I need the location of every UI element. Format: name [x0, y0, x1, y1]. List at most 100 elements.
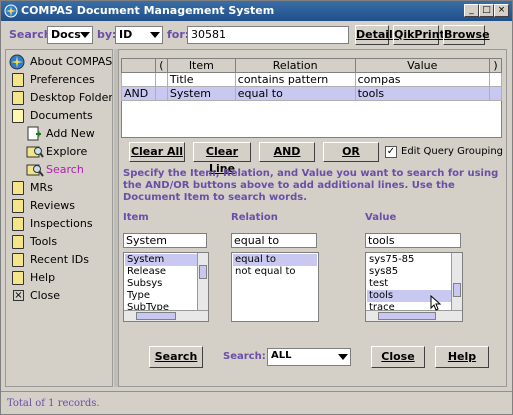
scroll-thumb[interactable]: [136, 312, 176, 320]
sidebar-item-label: About COMPAS: [30, 55, 113, 68]
folder-icon: [12, 253, 24, 267]
col-close-paren-header: ): [488, 58, 503, 73]
sidebar-item-label: Documents: [30, 109, 93, 122]
row-op: [121, 72, 156, 87]
qikprint-button-label: QikPrint: [394, 28, 445, 41]
search-button-label: Search: [154, 350, 198, 363]
value-list[interactable]: sys75-85 sys85 test tools trace: [365, 252, 463, 322]
search-scope-select[interactable]: ALL: [267, 348, 351, 366]
by-field-select[interactable]: ID: [115, 26, 163, 44]
relation-input[interactable]: equal to: [231, 233, 317, 248]
or-button[interactable]: OR: [323, 142, 379, 162]
edit-grouping-label: Edit Query Grouping: [401, 146, 504, 157]
qikprint-button[interactable]: QikPrint: [393, 25, 445, 45]
row-close: [488, 86, 503, 101]
row-value: tools: [354, 86, 490, 101]
close-icon: ×: [13, 290, 24, 301]
help-button[interactable]: Help: [435, 346, 489, 368]
sidebar-item-label: Desktop Folders: [30, 91, 113, 104]
close-button[interactable]: Close: [371, 346, 425, 368]
close-window-button[interactable]: ×: [494, 4, 509, 17]
sidebar-item-label: Inspections: [30, 217, 93, 230]
clear-all-button[interactable]: Clear All: [129, 142, 185, 162]
by-field-value: ID: [119, 28, 133, 41]
browse-button[interactable]: Browse: [443, 25, 490, 45]
relation-list[interactable]: equal to not equal to: [231, 252, 319, 322]
sidebar-item-label: Add New: [46, 127, 95, 140]
sidebar-item-label: Preferences: [30, 73, 95, 86]
vertical-scrollbar[interactable]: [197, 253, 208, 311]
clear-line-button[interactable]: Clear Line: [193, 142, 251, 175]
list-item[interactable]: sys85: [367, 266, 398, 278]
scroll-thumb[interactable]: [199, 265, 207, 279]
search-query-input[interactable]: 30581: [187, 26, 349, 44]
col-relation-header: Relation: [234, 58, 356, 73]
maximize-button[interactable]: □: [479, 4, 494, 17]
col-item-header: Item: [166, 58, 236, 73]
folder-icon: [12, 217, 24, 231]
list-item[interactable]: not equal to: [233, 266, 296, 278]
title-bar: COMPAS Document Management System _ □ ×: [1, 1, 512, 21]
col-value-header: Value: [354, 58, 490, 73]
list-item[interactable]: Release: [125, 266, 166, 278]
list-item[interactable]: System: [125, 254, 197, 266]
list-item[interactable]: test: [367, 278, 388, 290]
scroll-thumb[interactable]: [453, 283, 461, 297]
search-type-value: Docs: [51, 28, 81, 41]
scope-label: Search:: [223, 351, 266, 362]
explore-icon: [26, 146, 44, 158]
list-item[interactable]: equal to: [233, 254, 317, 266]
table-row[interactable]: Title contains pattern compas: [121, 72, 503, 87]
minimize-button[interactable]: _: [464, 4, 479, 17]
relation-header: Relation: [231, 212, 278, 223]
chevron-down-icon: [150, 32, 160, 38]
table-row[interactable]: AND System equal to tools: [121, 86, 503, 101]
col-open-paren-header: (: [154, 58, 168, 73]
item-input[interactable]: System: [123, 233, 207, 248]
search-scope-value: ALL: [271, 350, 292, 361]
detail-button-label: Detail: [356, 28, 393, 41]
search-type-select[interactable]: Docs: [47, 26, 93, 44]
list-item[interactable]: sys75-85: [367, 254, 414, 266]
horizontal-scrollbar[interactable]: [366, 310, 462, 321]
search-query-value: 30581: [191, 28, 226, 41]
query-header-row: ( Item Relation Value ): [121, 58, 503, 73]
value-header: Value: [365, 212, 397, 223]
window-title: COMPAS Document Management System: [21, 4, 275, 17]
status-bar: Total of 1 records.: [1, 391, 512, 414]
folder-icon: [12, 91, 24, 105]
item-list[interactable]: System Release Subsys Type SubType: [123, 252, 209, 322]
horizontal-scrollbar[interactable]: [124, 310, 208, 321]
detail-button[interactable]: Detail: [355, 25, 393, 45]
chevron-down-icon: [80, 32, 90, 38]
status-text: Total of 1 records.: [7, 398, 100, 409]
list-item[interactable]: Type: [125, 290, 150, 302]
sidebar-item-label: Explore: [46, 145, 88, 158]
row-item: Title: [166, 72, 236, 87]
help-button-label: Help: [447, 350, 477, 363]
and-label: AND: [273, 145, 301, 158]
and-button[interactable]: AND: [259, 142, 315, 162]
list-item[interactable]: Subsys: [125, 278, 162, 290]
sidebar-item-label: Tools: [30, 235, 58, 248]
row-op: AND: [121, 86, 156, 101]
compas-logo-icon: [4, 4, 18, 18]
row-close: [488, 72, 503, 87]
scroll-thumb[interactable]: [378, 312, 436, 320]
sidebar-item-label: Search: [46, 163, 84, 176]
folder-icon: [12, 199, 24, 213]
add-document-icon: [27, 126, 41, 141]
vertical-scrollbar[interactable]: [451, 253, 462, 311]
value-input[interactable]: tools: [365, 233, 461, 248]
help-text: Specify the Item, Relation, and Value yo…: [123, 168, 499, 203]
folder-icon: [12, 271, 24, 285]
or-label: OR: [342, 145, 360, 158]
browse-button-label: Browse: [444, 28, 490, 41]
row-value: compas: [354, 72, 490, 87]
navigation-sidebar: About COMPAS Preferences Desktop Folders…: [5, 49, 113, 387]
edit-grouping-checkbox[interactable]: ✓: [385, 146, 397, 158]
sidebar-item-label: Recent IDs: [30, 253, 89, 266]
search-button[interactable]: Search: [149, 346, 203, 368]
compas-logo-icon: [9, 54, 25, 70]
close-button-label: Close: [381, 350, 415, 363]
